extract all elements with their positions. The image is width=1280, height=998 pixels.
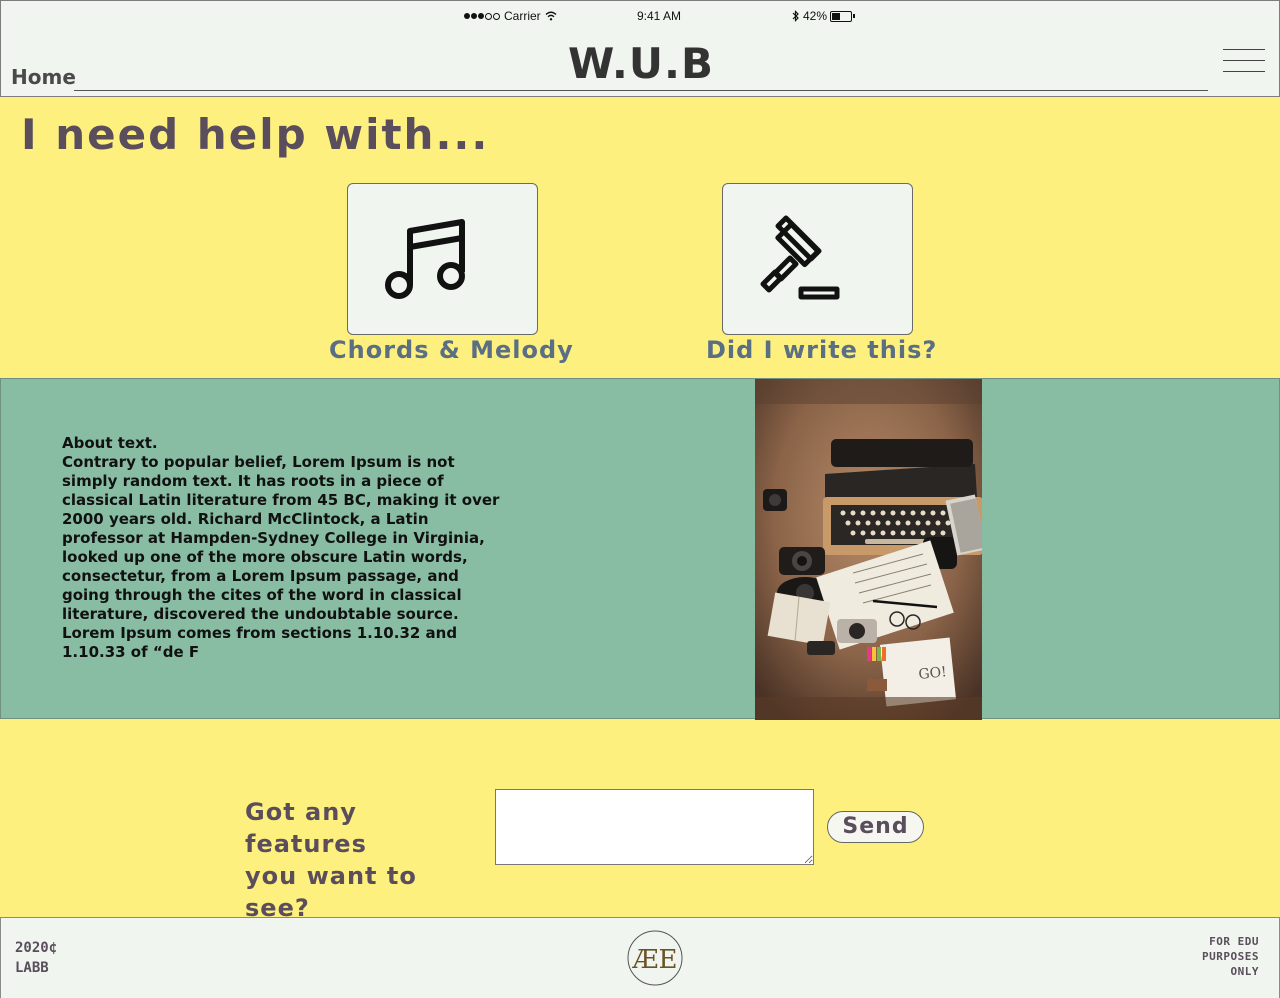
send-button[interactable]: Send [827,811,924,843]
gavel-icon [760,215,840,300]
labb-logo: ÆE [626,930,684,986]
about-heading: About text. [62,434,158,452]
about-body: Contrary to popular belief, Lorem Ipsum … [62,453,500,661]
chords-melody-card[interactable] [347,183,538,335]
footer-disclaimer-line1: FOR EDU [1209,935,1259,948]
footer-disclaimer-line2: PURPOSES [1202,950,1259,963]
footer-copyright: 2020¢ LABB [15,938,57,978]
logo-mark: ÆE [631,945,677,975]
feedback-prompt: Got any features you want to see? [245,796,485,924]
bluetooth-icon [792,10,799,22]
about-section: About text. Contrary to popular belief, … [0,378,1280,720]
footer-year: 2020¢ [15,940,58,956]
footer: 2020¢ LABB ÆE FOR EDU PURPOSES ONLY [0,917,1280,998]
chords-melody-label[interactable]: Chords & Melody [329,336,573,364]
did-i-write-this-label[interactable]: Did I write this? [706,336,936,364]
status-time: 9:41 AM [637,9,682,23]
battery-icon [830,10,853,22]
wifi-icon [545,11,557,21]
feedback-prompt-line1: Got any features [245,798,367,858]
signal-strength-icon [464,12,500,20]
footer-disclaimer: FOR EDU PURPOSES ONLY [1202,934,1259,979]
svg-text:GO!: GO! [918,664,948,683]
header: Carrier 9:41 AM 42% W.U.B Home [0,0,1280,97]
feedback-prompt-line2: you want to see? [245,862,417,922]
typewriter-desk-photo: GO! [755,379,982,720]
footer-disclaimer-line3: ONLY [1230,965,1259,978]
carrier-label: Carrier [504,9,541,23]
footer-company: LABB [15,960,49,976]
battery-percent: 42% [803,9,828,23]
header-divider [74,90,1208,91]
help-title: I need help with... [21,110,490,159]
hamburger-menu-icon[interactable] [1223,47,1265,75]
status-battery: 42% [792,9,856,23]
status-carrier: Carrier [464,9,557,23]
page: Carrier 9:41 AM 42% W.U.B Home I need he… [0,0,1280,998]
about-text: About text. Contrary to popular belief, … [62,434,502,662]
feature-request-input[interactable] [495,789,814,865]
home-link[interactable]: Home [11,65,76,89]
music-note-icon [385,219,465,299]
did-i-write-this-card[interactable] [722,183,913,335]
brand-title[interactable]: W.U.B [1,39,1280,88]
